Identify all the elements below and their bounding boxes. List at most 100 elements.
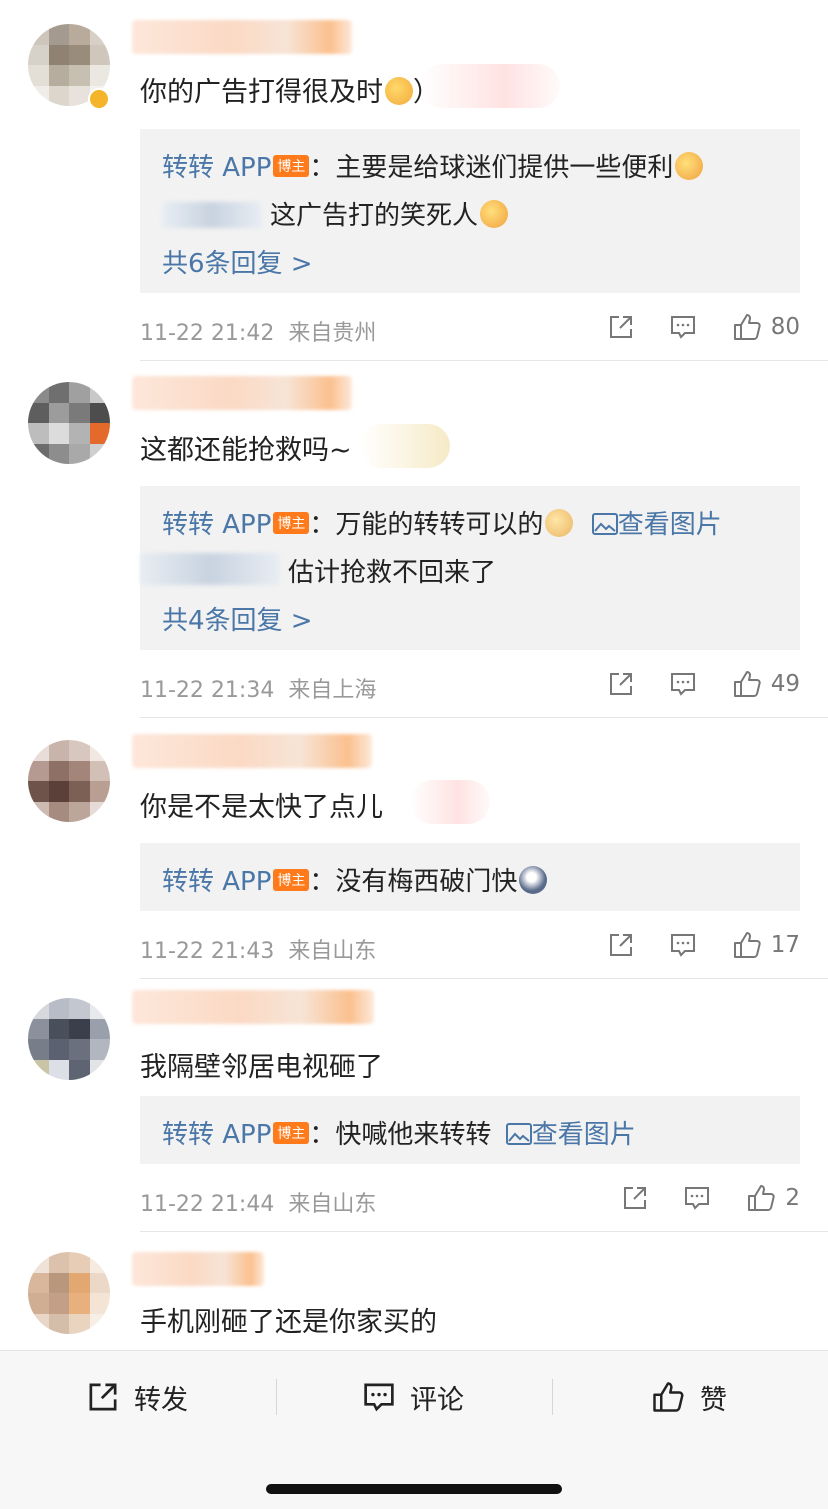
avatar[interactable] [28,382,110,464]
thumbs-up-icon [733,671,761,697]
separator [276,1379,277,1415]
reply-author[interactable]: 转转 APP [162,1120,271,1150]
more-replies-link[interactable]: 共4条回复 > [162,600,313,637]
comment-button[interactable]: 评论 [362,1375,464,1419]
reply-text: ：主要是给球迷们提供一些便利 [309,153,674,183]
divider [140,1231,828,1232]
comment-icon [364,1383,394,1412]
divider [140,978,828,979]
reply-box[interactable]: 转转 APP 博主 ：快喊他来转转 查看图片 [140,1096,800,1164]
share-button[interactable] [607,931,635,959]
like-button[interactable]: 2 [745,1182,800,1214]
comment-actions: 2 [621,1182,800,1214]
emoji-icon [385,77,413,105]
reply-box[interactable]: 转转 APP 博主 ：主要是给球迷们提供一些便利 这广告打的笑死人 共6条回复 > [140,129,800,293]
reply-text: ：快喊他来转转 [309,1120,492,1150]
like-button[interactable]: 80 [731,311,800,343]
emoji-icon [480,200,509,228]
username-blurred[interactable] [162,202,262,228]
avatar[interactable] [28,740,110,822]
divider [140,360,828,361]
like-button[interactable]: 17 [731,929,800,961]
avatar[interactable] [28,998,110,1080]
comment-sticker [420,64,560,108]
reply-text: ：万能的转转可以的 [309,510,544,540]
comment-actions: 17 [607,929,800,961]
thumbs-up-icon [748,1185,776,1211]
comment-button[interactable] [669,313,697,341]
reply-text: 估计抢救不回来了 [288,558,497,588]
comment-actions: 80 [607,311,800,343]
comment-label: 评论 [410,1384,464,1416]
repost-label: 转发 [134,1384,188,1416]
view-image-link[interactable]: 查看图片 [591,510,722,540]
comment-icon [685,1187,710,1210]
comment-text: 你的广告打得很及时） [140,77,440,108]
share-button[interactable] [607,670,635,698]
share-icon [609,673,632,695]
author-tag: 博主 [273,869,310,891]
username-blurred[interactable] [132,1252,264,1286]
share-button[interactable] [607,313,635,341]
username-blurred[interactable] [132,376,352,410]
comment-text: 手机刚砸了还是你家买的 [140,1307,437,1338]
username-blurred[interactable] [132,20,352,54]
comment-text: 这都还能抢救吗~ [140,435,352,466]
comment-meta: 11-22 21:43 来自山东 [140,939,377,964]
separator [552,1379,553,1415]
comment-meta: 11-22 21:42 来自贵州 [140,321,377,346]
like-count: 2 [785,1185,800,1211]
emoji-icon [545,509,574,537]
like-button[interactable]: 49 [731,668,800,700]
author-tag: 博主 [273,155,310,177]
reply-text: 这广告打的笑死人 [270,201,479,231]
image-icon [591,513,618,535]
comment-text: 我隔壁邻居电视砸了 [140,1052,383,1083]
more-replies-link[interactable]: 共6条回复 > [162,243,313,280]
author-tag: 博主 [273,1122,310,1144]
thumbs-up-icon [733,314,761,340]
emoji-icon [519,866,548,894]
share-icon [609,316,632,338]
reply-author[interactable]: 转转 APP [162,867,271,897]
share-icon [89,1383,117,1411]
reply-author[interactable]: 转转 APP [162,510,271,540]
comment-text: 你是不是太快了点儿 [140,792,383,823]
home-indicator[interactable] [266,1484,562,1494]
author-tag: 博主 [273,512,310,534]
comment-icon [670,316,695,339]
bottom-action-bar: 转发 评论 赞 [0,1350,828,1509]
share-icon [609,934,632,956]
reply-author[interactable]: 转转 APP [162,153,271,183]
comment-actions: 49 [607,668,800,700]
like-button[interactable]: 赞 [650,1375,727,1419]
view-image-link[interactable]: 查看图片 [505,1120,636,1150]
comment-button[interactable] [683,1184,711,1212]
image-icon [505,1123,532,1145]
reply-box[interactable]: 转转 APP 博主 ：没有梅西破门快 [140,843,800,911]
username-blurred[interactable] [132,990,374,1024]
share-icon [624,1187,647,1209]
comment-button[interactable] [669,931,697,959]
comment-button[interactable] [669,670,697,698]
like-count: 49 [770,671,800,697]
comment-sticker [360,424,450,468]
verified-badge-icon [88,88,110,110]
username-blurred[interactable] [132,734,372,768]
like-label: 赞 [700,1384,727,1416]
comment-meta: 11-22 21:34 来自上海 [140,678,377,703]
reply-text: ：没有梅西破门快 [309,867,518,897]
emoji-icon [675,152,704,180]
username-blurred[interactable] [140,553,280,585]
reply-box[interactable]: 转转 APP 博主 ：万能的转转可以的 查看图片 估计抢救不回来了 共4条回复 > [140,486,800,650]
comment-icon [670,934,695,957]
like-count: 80 [770,314,800,340]
avatar[interactable] [28,1252,110,1334]
like-count: 17 [770,932,800,958]
thumbs-up-icon [653,1382,684,1412]
comment-icon [670,673,695,696]
repost-button[interactable]: 转发 [86,1375,188,1419]
share-button[interactable] [621,1184,649,1212]
comment-meta: 11-22 21:44 来自山东 [140,1192,377,1217]
thumbs-up-icon [733,932,761,958]
